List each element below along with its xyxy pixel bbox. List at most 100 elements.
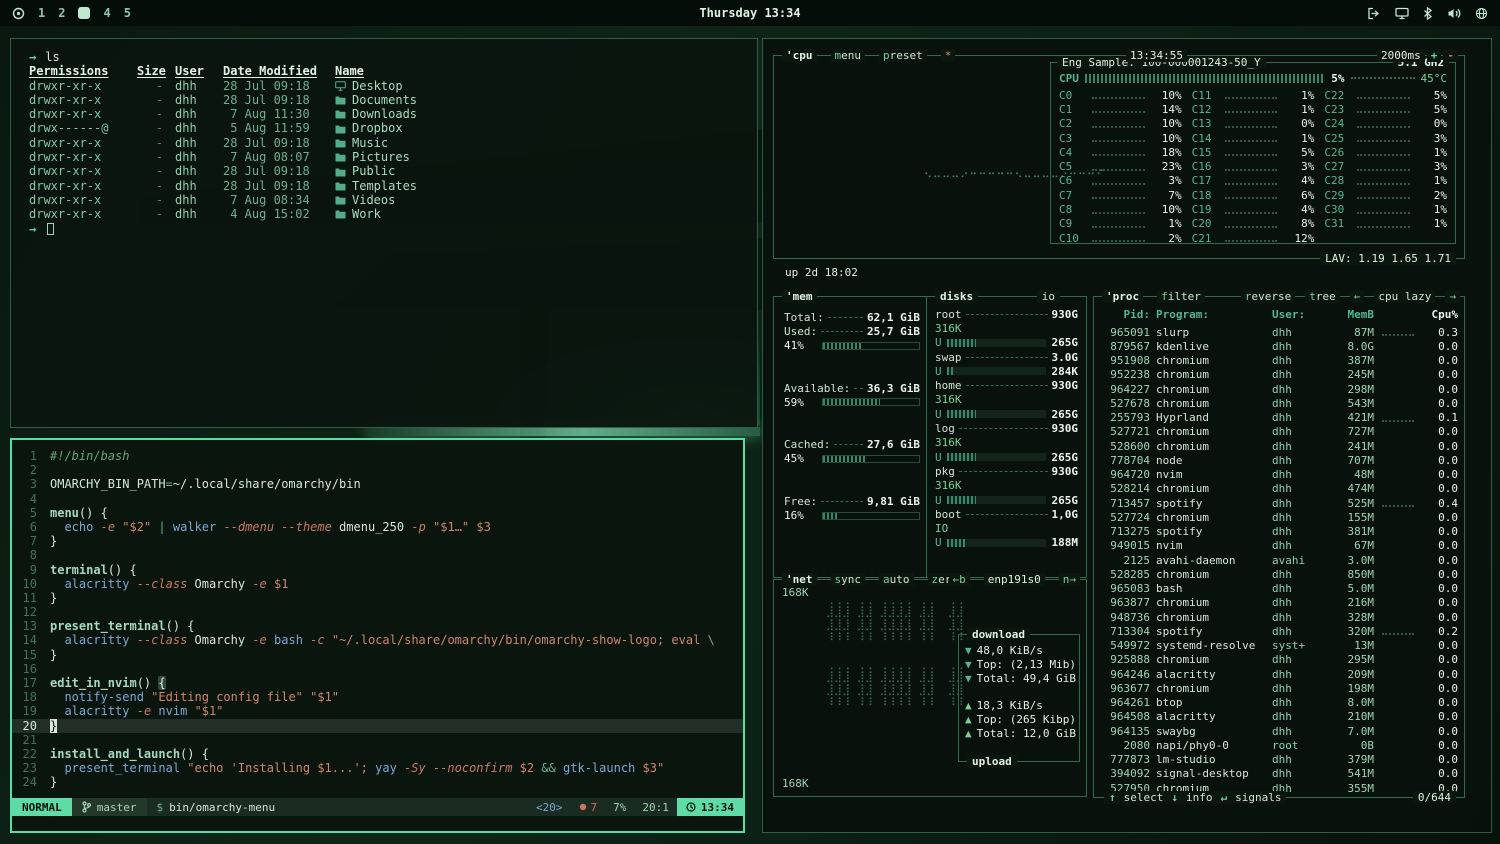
proc-row[interactable]: 528600chromiumdhh241M0.0 bbox=[1100, 439, 1458, 453]
reverse-button[interactable]: reverse bbox=[1241, 290, 1295, 303]
proc-user: dhh bbox=[1272, 611, 1320, 624]
proc-row[interactable]: 549972systemd-resolvesyst+13M0.0 bbox=[1100, 639, 1458, 653]
proc-row[interactable]: 964508alacrittydhh210M0.0 bbox=[1100, 710, 1458, 724]
code-token: | bbox=[158, 520, 165, 534]
code-line[interactable]: 6 echo -e "$2" | walker --dmenu --theme … bbox=[12, 520, 743, 534]
code-line[interactable]: 4 bbox=[12, 492, 743, 506]
bluetooth-icon[interactable] bbox=[1423, 7, 1433, 20]
code-line[interactable]: 22install_and_launch() { bbox=[12, 747, 743, 761]
proc-row[interactable]: 948736chromiumdhh328M0.0 bbox=[1100, 610, 1458, 624]
proc-row[interactable]: 963877chromiumdhh216M0.0 bbox=[1100, 596, 1458, 610]
code-line[interactable]: 5menu() { bbox=[12, 506, 743, 520]
proc-row[interactable]: 951908chromiumdhh387M0.0 bbox=[1100, 354, 1458, 368]
code-line[interactable]: 18 notify-send "Editing config file" "$1… bbox=[12, 690, 743, 704]
sort-next-button[interactable]: → bbox=[1445, 290, 1460, 303]
proc-header-cpu[interactable]: Cpu% bbox=[1422, 308, 1458, 321]
code-line[interactable]: 24} bbox=[12, 775, 743, 789]
mem-percent: 59% bbox=[784, 396, 818, 409]
enter-key[interactable]: ↵ bbox=[1221, 791, 1228, 804]
volume-icon[interactable] bbox=[1447, 7, 1461, 20]
proc-row[interactable]: 255793Hyprlanddhh421M0.1 bbox=[1100, 411, 1458, 425]
code-line[interactable]: 19 alacritty -e nvim "$1" bbox=[12, 704, 743, 718]
net-sync-button[interactable]: sync bbox=[831, 573, 866, 586]
tree-button[interactable]: tree bbox=[1305, 290, 1340, 303]
workspace-active-indicator[interactable] bbox=[78, 7, 90, 19]
proc-row[interactable]: 527678chromiumdhh543M0.0 bbox=[1100, 396, 1458, 410]
proc-header-mem[interactable]: MemB bbox=[1326, 308, 1374, 321]
scroll-down-key[interactable]: ↓ bbox=[1171, 791, 1178, 804]
proc-row[interactable]: 713304spotifydhh320M0.2 bbox=[1100, 624, 1458, 638]
proc-row[interactable]: 394092signal-desktopdhh541M0.0 bbox=[1100, 767, 1458, 781]
menu-button[interactable]: menu bbox=[831, 49, 866, 62]
net-prev-button[interactable]: ←b bbox=[949, 573, 970, 586]
net-auto-button[interactable]: auto bbox=[879, 573, 914, 586]
code-line[interactable]: 7} bbox=[12, 534, 743, 548]
proc-row[interactable]: 2080napi/phy0-0root0B0.0 bbox=[1100, 738, 1458, 752]
core-graph-leader bbox=[1225, 111, 1278, 113]
proc-row[interactable]: 964246alacrittydhh209M0.0 bbox=[1100, 667, 1458, 681]
code-line[interactable]: 16 bbox=[12, 662, 743, 676]
proc-row[interactable]: 952238chromiumdhh245M0.0 bbox=[1100, 368, 1458, 382]
launcher-icon[interactable] bbox=[12, 7, 25, 20]
shell-prompt-line[interactable]: → bbox=[29, 222, 743, 236]
proc-row[interactable]: 963677chromiumdhh198M0.0 bbox=[1100, 681, 1458, 695]
sort-prev-button[interactable]: ← bbox=[1350, 290, 1365, 303]
workspace-2[interactable]: 2 bbox=[58, 6, 65, 20]
proc-row[interactable]: 528285chromiumdhh850M0.0 bbox=[1100, 567, 1458, 581]
command-line[interactable] bbox=[12, 816, 743, 831]
code-line[interactable]: 15} bbox=[12, 648, 743, 662]
proc-row[interactable]: 713457spotifydhh525M0.4 bbox=[1100, 496, 1458, 510]
proc-row[interactable]: 965083bashdhh5.0M0.0 bbox=[1100, 582, 1458, 596]
workspace-4[interactable]: 4 bbox=[103, 6, 110, 20]
code-area[interactable]: 1#!/bin/bash23OMARCHY_BIN_PATH=~/.local/… bbox=[12, 440, 743, 798]
workspace-1[interactable]: 1 bbox=[38, 6, 45, 20]
filter-button[interactable]: filter bbox=[1157, 290, 1205, 303]
net-next-button[interactable]: n→ bbox=[1059, 573, 1080, 586]
code-line[interactable]: 10 alacritty --class Omarchy -e $1 bbox=[12, 577, 743, 591]
proc-row[interactable]: 777873lm-studiodhh379M0.0 bbox=[1100, 753, 1458, 767]
workspace-5[interactable]: 5 bbox=[124, 6, 131, 20]
logout-icon[interactable] bbox=[1367, 7, 1381, 20]
disks-title[interactable]: disks bbox=[935, 290, 978, 303]
proc-row[interactable]: 778704nodedhh707M0.0 bbox=[1100, 453, 1458, 467]
code-line[interactable]: 17edit_in_nvim() { bbox=[12, 676, 743, 690]
preset-button[interactable]: preset bbox=[879, 49, 927, 62]
scroll-up-key[interactable]: ↑ bbox=[1109, 791, 1116, 804]
proc-row[interactable]: 925888chromiumdhh295M0.0 bbox=[1100, 653, 1458, 667]
signals-label[interactable]: signals bbox=[1235, 791, 1281, 804]
proc-row[interactable]: 964720nvimdhh48M0.0 bbox=[1100, 468, 1458, 482]
proc-row[interactable]: 964261btopdhh8.0M0.0 bbox=[1100, 696, 1458, 710]
proc-row[interactable]: 964227chromiumdhh298M0.0 bbox=[1100, 382, 1458, 396]
display-icon[interactable] bbox=[1395, 7, 1409, 20]
proc-header-pid[interactable]: Pid: bbox=[1100, 308, 1150, 321]
proc-header-user[interactable]: User: bbox=[1272, 308, 1320, 321]
interval-decrease-button[interactable]: - bbox=[1443, 49, 1458, 62]
code-line[interactable]: 12 bbox=[12, 605, 743, 619]
info-label[interactable]: info bbox=[1186, 791, 1213, 804]
proc-row[interactable]: 528214chromiumdhh474M0.0 bbox=[1100, 482, 1458, 496]
code-line[interactable]: 14 alacritty --class Omarchy -e bash -c … bbox=[12, 633, 743, 647]
proc-row[interactable]: 713275spotifydhh381M0.0 bbox=[1100, 525, 1458, 539]
proc-row[interactable]: 527721chromiumdhh727M0.0 bbox=[1100, 425, 1458, 439]
code-line[interactable]: 21 bbox=[12, 733, 743, 747]
code-line[interactable]: 3OMARCHY_BIN_PATH=~/.local/share/omarchy… bbox=[12, 477, 743, 491]
code-line[interactable]: 13present_terminal() { bbox=[12, 619, 743, 633]
code-line[interactable]: 11} bbox=[12, 591, 743, 605]
proc-row[interactable]: 949015nvimdhh67M0.0 bbox=[1100, 539, 1458, 553]
code-line[interactable]: 9terminal() { bbox=[12, 563, 743, 577]
code-line[interactable]: 23 present_terminal "echo 'Installing $1… bbox=[12, 761, 743, 775]
interval-increase-button[interactable]: + bbox=[1427, 49, 1442, 62]
code-line[interactable]: 2 bbox=[12, 463, 743, 477]
proc-row[interactable]: 965091slurpdhh87M0.3 bbox=[1100, 325, 1458, 339]
proc-row[interactable]: 879567kdenlivedhh8.0G0.0 bbox=[1100, 339, 1458, 353]
code-line[interactable]: 20} bbox=[12, 719, 743, 733]
proc-header-program[interactable]: Program: bbox=[1156, 308, 1266, 321]
proc-row[interactable]: 527724chromiumdhh155M0.0 bbox=[1100, 510, 1458, 524]
core-graph-leader bbox=[1092, 169, 1145, 171]
proc-row[interactable]: 964135swaybgdhh7.0M0.0 bbox=[1100, 724, 1458, 738]
code-line[interactable]: 1#!/bin/bash bbox=[12, 449, 743, 463]
io-tab[interactable]: io bbox=[1037, 290, 1060, 303]
network-icon[interactable] bbox=[1475, 7, 1488, 20]
code-line[interactable]: 8 bbox=[12, 548, 743, 562]
proc-row[interactable]: 2125avahi-daemonavahi3.0M0.0 bbox=[1100, 553, 1458, 567]
